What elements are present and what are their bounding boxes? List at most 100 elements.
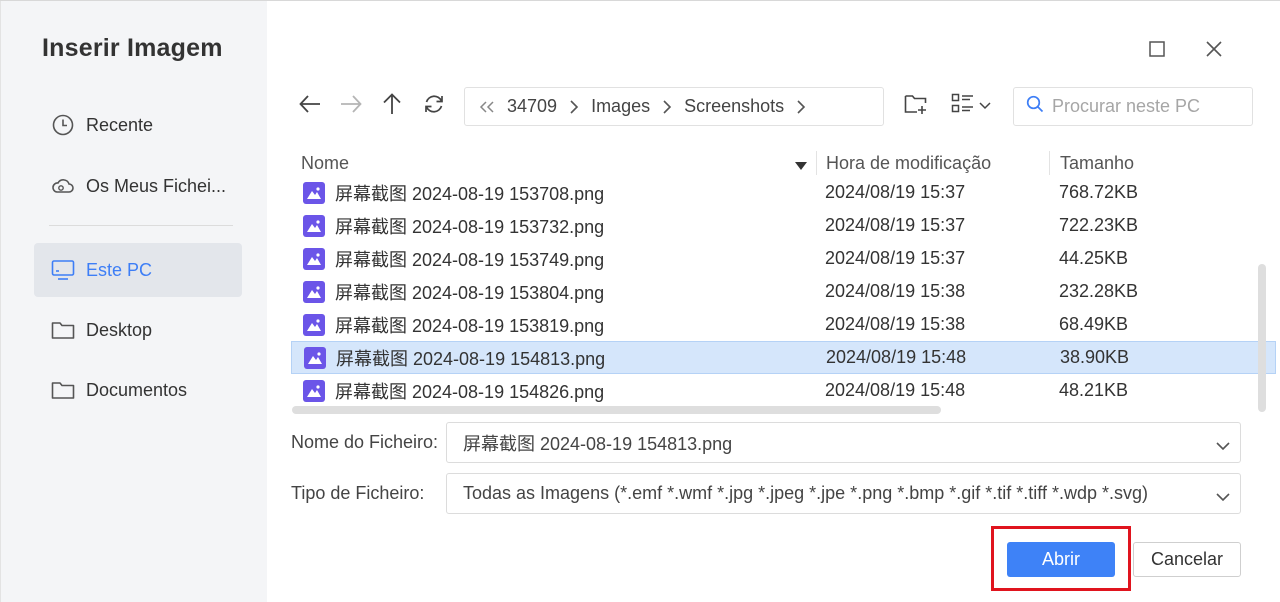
open-button[interactable]: Abrir [1007,542,1115,577]
file-name: 屏幕截图 2024-08-19 153749.png [335,249,605,270]
sort-desc-icon [795,154,807,175]
maximize-button[interactable] [1145,39,1169,63]
new-folder-button[interactable] [902,92,930,120]
file-row-selected[interactable]: 屏幕截图 2024-08-19 154813.png 2024/08/19 15… [291,341,1276,374]
image-file-icon [303,313,325,336]
arrow-left-icon [299,94,321,119]
chevron-down-icon [979,97,991,115]
file-row[interactable]: 屏幕截图 2024-08-19 153819.png 2024/08/19 15… [291,308,1276,341]
file-name: 屏幕截图 2024-08-19 153819.png [335,315,605,336]
file-modified: 2024/08/19 15:38 [825,314,966,334]
refresh-button[interactable] [420,92,448,120]
list-view-icon [951,93,975,120]
file-modified: 2024/08/19 15:48 [826,347,967,367]
arrow-up-icon [382,92,402,120]
breadcrumb-item[interactable]: Screenshots [684,96,784,117]
column-label: Hora de modificação [826,152,992,173]
image-file-icon [303,214,325,237]
column-header-modified[interactable]: Hora de modificação [826,149,1046,177]
image-file-icon [303,181,325,204]
sidebar-item-documents[interactable]: Documentos [34,363,242,417]
close-button[interactable] [1202,39,1226,63]
file-size: 44.25KB [1059,248,1129,268]
column-separator[interactable] [816,151,817,175]
refresh-icon [423,93,445,120]
close-icon [1205,40,1223,63]
sidebar-item-desktop[interactable]: Desktop [34,303,242,357]
breadcrumb-item[interactable]: 34709 [507,96,557,117]
file-size: 232.28KB [1059,281,1139,301]
file-name: 屏幕截图 2024-08-19 154813.png [336,348,606,369]
file-modified: 2024/08/19 15:38 [825,281,966,301]
file-row[interactable]: 屏幕截图 2024-08-19 153749.png 2024/08/19 15… [291,242,1276,275]
horizontal-scrollbar[interactable] [292,406,941,414]
vertical-scrollbar[interactable] [1258,264,1266,412]
sidebar-item-recent[interactable]: Recente [34,98,242,152]
dialog-title: Inserir Imagem [42,34,223,62]
filetype-select[interactable]: Todas as Imagens (*.emf *.wmf *.jpg *.jp… [446,473,1241,514]
chevron-right-icon[interactable] [796,99,806,115]
file-size: 722.23KB [1059,215,1139,235]
column-header-name[interactable]: Nome [301,149,811,177]
file-name: 屏幕截图 2024-08-19 153804.png [335,282,605,303]
search-box[interactable] [1013,87,1253,126]
column-header-size[interactable]: Tamanho [1060,149,1250,177]
maximize-icon [1149,40,1165,62]
file-modified: 2024/08/19 15:48 [825,380,966,400]
arrow-right-icon [340,94,362,119]
image-file-icon [304,346,326,369]
file-row[interactable]: 屏幕截图 2024-08-19 153708.png 2024/08/19 15… [291,177,1276,209]
sidebar-item-label: Este PC [86,259,153,280]
view-mode-button[interactable] [948,92,994,120]
file-row[interactable]: 屏幕截图 2024-08-19 153804.png 2024/08/19 15… [291,275,1276,308]
sidebar-item-my-files[interactable]: Os Meus Fichei... [34,159,242,213]
folder-icon [51,378,75,402]
image-file-icon [303,280,325,303]
file-name: 屏幕截图 2024-08-19 153732.png [335,216,605,237]
monitor-icon [51,258,75,282]
file-size: 68.49KB [1059,314,1129,334]
search-input[interactable] [1052,96,1242,117]
file-size: 38.90KB [1060,347,1130,367]
column-separator[interactable] [1049,151,1050,175]
cloud-icon [51,174,75,198]
file-size: 768.72KB [1059,182,1139,202]
image-file-icon [303,247,325,270]
sidebar-divider [49,225,233,226]
forward-button[interactable] [337,92,365,120]
chevron-right-icon [569,99,579,115]
file-row[interactable]: 屏幕截图 2024-08-19 154826.png 2024/08/19 15… [291,374,1276,407]
file-name: 屏幕截图 2024-08-19 153708.png [335,183,605,204]
breadcrumb-overflow-icon[interactable] [479,100,495,114]
sidebar-item-this-pc[interactable]: Este PC [34,243,242,297]
file-modified: 2024/08/19 15:37 [825,248,966,268]
up-button[interactable] [378,92,406,120]
search-icon [1026,95,1044,118]
file-list: 屏幕截图 2024-08-19 153708.png 2024/08/19 15… [291,177,1276,407]
column-label: Nome [301,152,350,173]
file-size: 48.21KB [1059,380,1129,400]
filename-value: 屏幕截图 2024-08-19 154813.png [463,433,733,454]
filetype-value: Todas as Imagens (*.emf *.wmf *.jpg *.jp… [463,483,1148,503]
sidebar-item-label: Documentos [86,379,188,400]
filename-label: Nome do Ficheiro: [291,432,439,452]
new-folder-icon [904,93,928,120]
chevron-down-icon[interactable] [1216,435,1230,456]
folder-icon [51,318,75,342]
insert-image-dialog: Inserir Imagem Recente Os Meus Fichei...… [0,0,1280,602]
breadcrumb-item[interactable]: Images [591,96,650,117]
filename-field[interactable]: 屏幕截图 2024-08-19 154813.png [446,422,1241,463]
file-name: 屏幕截图 2024-08-19 154826.png [335,381,605,402]
column-label: Tamanho [1060,152,1135,173]
chevron-down-icon [1216,486,1230,507]
file-modified: 2024/08/19 15:37 [825,182,966,202]
sidebar-item-label: Desktop [86,319,153,340]
sidebar: Inserir Imagem Recente Os Meus Fichei...… [0,1,267,602]
file-modified: 2024/08/19 15:37 [825,215,966,235]
image-file-icon [303,379,325,402]
cancel-button[interactable]: Cancelar [1133,542,1241,577]
back-button[interactable] [296,92,324,120]
sidebar-item-label: Recente [86,114,154,135]
file-row[interactable]: 屏幕截图 2024-08-19 153732.png 2024/08/19 15… [291,209,1276,242]
breadcrumb: 34709 Images Screenshots [464,87,884,126]
